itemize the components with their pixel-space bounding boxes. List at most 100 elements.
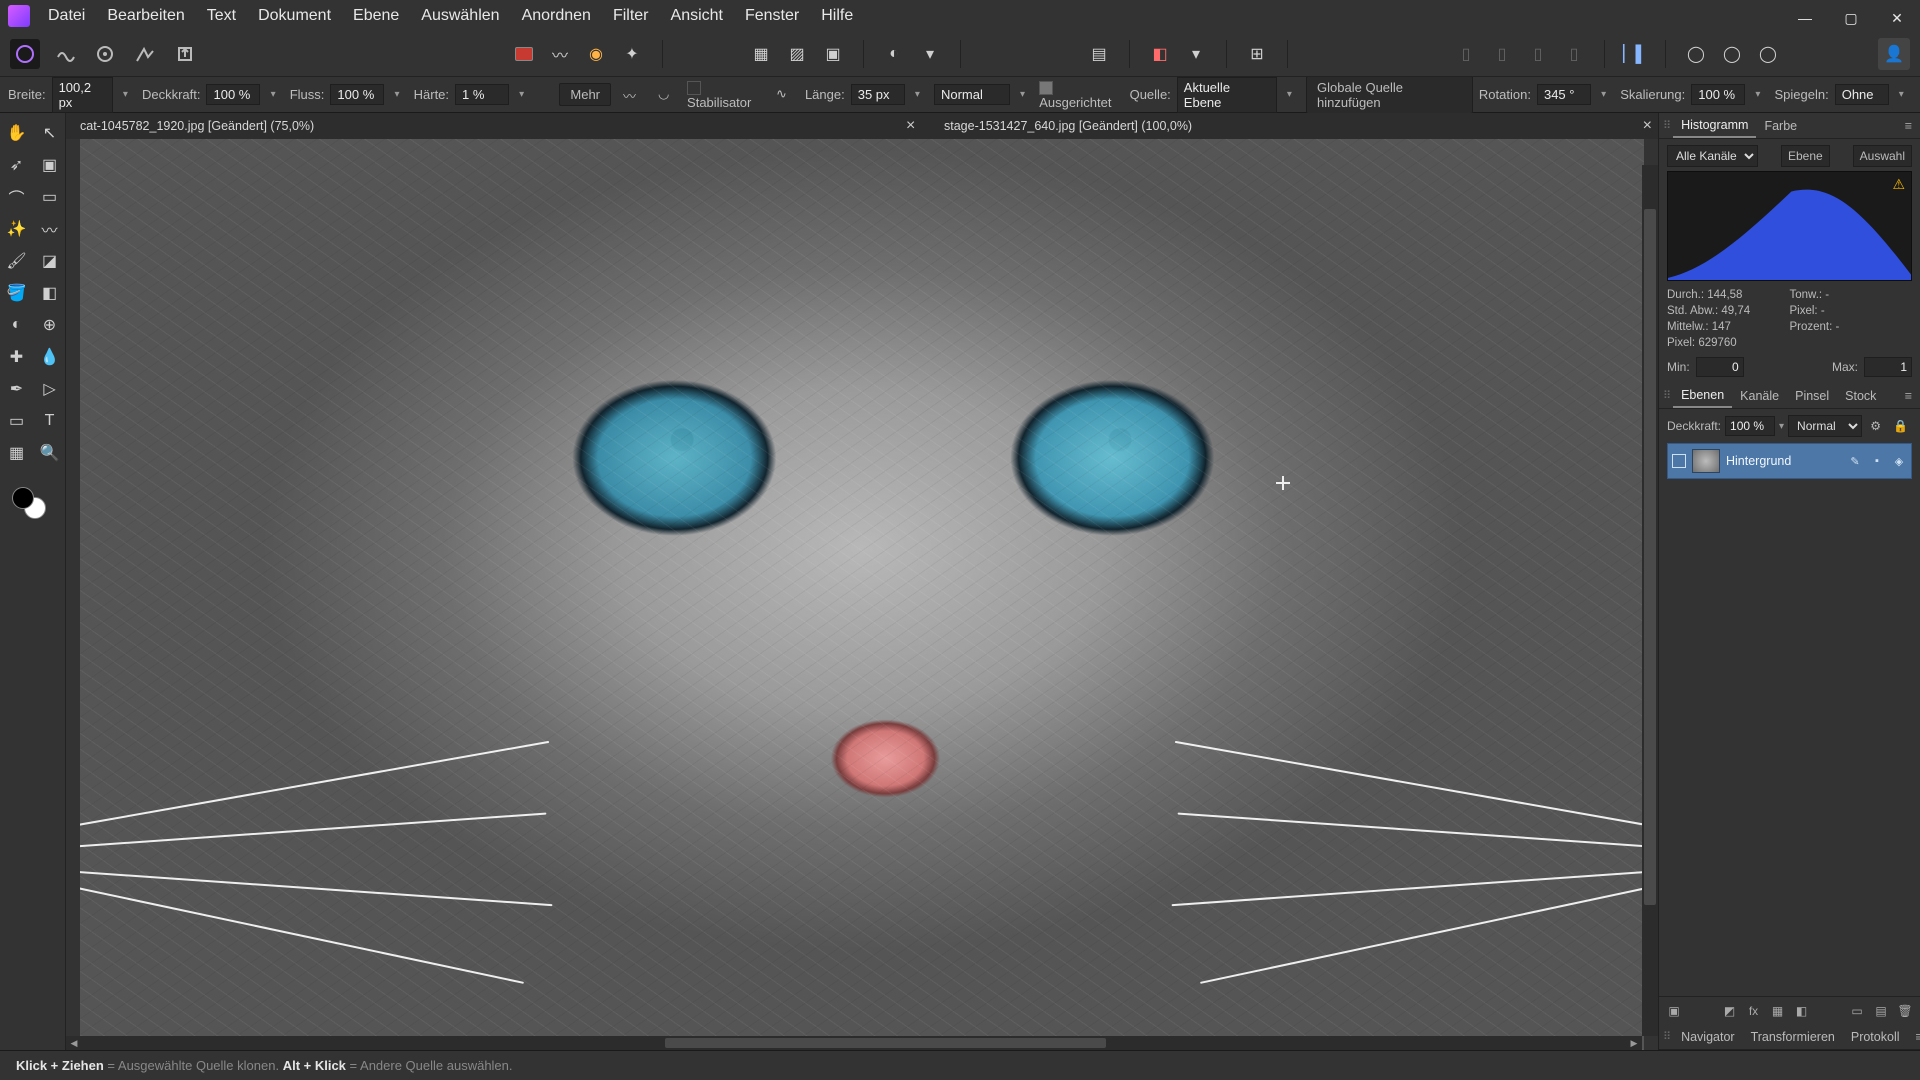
hand-tool[interactable]: ✋ — [0, 117, 33, 149]
chain-icon[interactable]: ⊞ — [1243, 40, 1271, 68]
arrange-icon-1[interactable]: ▯ — [1452, 40, 1480, 68]
rotation-drop[interactable]: ▾ — [1597, 88, 1610, 102]
menu-hilfe[interactable]: Hilfe — [811, 3, 863, 29]
arrange-icon-4[interactable]: ▯ — [1560, 40, 1588, 68]
opacity-drop[interactable]: ▾ — [266, 88, 279, 102]
menu-datei[interactable]: Datei — [38, 3, 95, 29]
more-button[interactable]: Mehr — [559, 83, 611, 106]
footer-group-icon[interactable]: ▭ — [1848, 1004, 1866, 1018]
tab-kanaele[interactable]: Kanäle — [1732, 385, 1787, 407]
persona-export[interactable] — [170, 39, 200, 69]
histo-min-input[interactable] — [1696, 357, 1744, 377]
source-drop[interactable]: ▾ — [1283, 88, 1296, 102]
hscroll-right-arrow[interactable]: ▶ — [1628, 1038, 1640, 1048]
menu-ansicht[interactable]: Ansicht — [661, 3, 733, 29]
menu-bearbeiten[interactable]: Bearbeiten — [97, 3, 194, 29]
align-left-icon[interactable]: ▏▌ — [1621, 40, 1649, 68]
layer-lock-icon[interactable]: 🔒 — [1889, 419, 1912, 433]
histo-max-input[interactable] — [1864, 357, 1912, 377]
maximize-button[interactable]: ▢ — [1828, 0, 1874, 36]
persona-photo[interactable] — [10, 39, 40, 69]
vertical-scrollbar[interactable] — [1642, 165, 1658, 1036]
tab-farbe[interactable]: Farbe — [1756, 115, 1805, 137]
selection-brush[interactable]: ⌒ — [0, 181, 33, 213]
mirror-value[interactable]: Ohne — [1835, 84, 1889, 105]
freehand-sel[interactable]: 〰 — [33, 213, 66, 245]
scale-drop[interactable]: ▾ — [1751, 88, 1764, 102]
horizontal-scrollbar[interactable]: ◀ ▶ — [66, 1036, 1642, 1050]
layer-opacity-value[interactable]: 100 % — [1725, 416, 1775, 436]
pen-tool[interactable]: ✒ — [0, 373, 33, 405]
healing-tool[interactable]: ✚ — [0, 341, 33, 373]
footer-crop-icon[interactable]: ▦ — [1769, 1004, 1787, 1018]
tab-navigator[interactable]: Navigator — [1673, 1026, 1743, 1048]
menu-dokument[interactable]: Dokument — [248, 3, 341, 29]
tab-pinsel[interactable]: Pinsel — [1787, 385, 1837, 407]
layer-hintergrund[interactable]: Hintergrund ✎ ▪ ◈ — [1667, 443, 1912, 479]
width-drop[interactable]: ▾ — [119, 88, 132, 102]
layer-edit-icon[interactable]: ✎ — [1847, 455, 1863, 468]
marquee-tool[interactable]: ▭ — [33, 181, 66, 213]
tab-transformieren[interactable]: Transformieren — [1743, 1026, 1843, 1048]
zoom-tool[interactable]: 🔍 — [33, 437, 66, 469]
footer-adjust-icon[interactable]: ◩ — [1721, 1004, 1739, 1018]
blur-tool[interactable]: 💧 — [33, 341, 66, 373]
wetedge-icon[interactable]: ◡ — [658, 86, 675, 104]
tab-stage[interactable]: stage-1531427_640.jpg [Geändert] (100,0%… — [936, 114, 1200, 138]
snap-icon-1[interactable]: ◯ — [1682, 40, 1710, 68]
hscroll-left-arrow[interactable]: ◀ — [68, 1038, 80, 1048]
persona-liquify[interactable] — [50, 39, 80, 69]
flood-select[interactable]: ✨ — [0, 213, 33, 245]
rotation-value[interactable]: 345 ° — [1537, 84, 1591, 105]
blendmode-select[interactable]: Normal — [934, 84, 1010, 105]
layer-fx-icon[interactable]: ▪ — [1869, 455, 1885, 467]
opacity-value[interactable]: 100 % — [206, 84, 260, 105]
footer-fx-icon[interactable]: fx — [1745, 1004, 1763, 1018]
menu-text[interactable]: Text — [197, 3, 246, 29]
dropdown-icon[interactable]: ▾ — [916, 40, 944, 68]
layer-vis-icon[interactable]: ◈ — [1891, 455, 1907, 468]
menu-fenster[interactable]: Fenster — [735, 3, 809, 29]
histogram-channel-select[interactable]: Alle Kanäle — [1667, 145, 1758, 167]
hardness-drop[interactable]: ▾ — [515, 88, 528, 102]
selection-int-icon[interactable]: ▣ — [819, 40, 847, 68]
snap-icon-3[interactable]: ◯ — [1754, 40, 1782, 68]
selection-add-icon[interactable]: ▦ — [747, 40, 775, 68]
canvas[interactable] — [80, 139, 1644, 1050]
menu-anordnen[interactable]: Anordnen — [512, 3, 601, 29]
link-icon[interactable]: ✦ — [618, 40, 646, 68]
histogram-auswahl-button[interactable]: Auswahl — [1853, 145, 1912, 167]
footer-add-icon[interactable]: ▤ — [1872, 1004, 1890, 1018]
panel-menu-icon[interactable]: ≡ — [1897, 385, 1920, 407]
arrange-icon-3[interactable]: ▯ — [1524, 40, 1552, 68]
color-swatches[interactable] — [0, 469, 66, 519]
stabilizer-checkbox[interactable] — [687, 81, 701, 95]
close-button[interactable]: ✕ — [1874, 0, 1920, 36]
menu-filter[interactable]: Filter — [603, 3, 659, 29]
crop-tool[interactable]: ▣ — [33, 149, 66, 181]
scale-value[interactable]: 100 % — [1691, 84, 1745, 105]
footer-mask-icon[interactable]: ▣ — [1665, 1004, 1683, 1018]
grip-icon[interactable]: ⠿ — [1659, 1030, 1673, 1043]
menu-auswaehlen[interactable]: Auswählen — [411, 3, 509, 29]
panel-menu-icon[interactable]: ≡ — [1897, 115, 1920, 137]
flow-value[interactable]: 100 % — [330, 84, 384, 105]
shape-tool[interactable]: ▭ — [0, 405, 33, 437]
histogram-ebene-button[interactable]: Ebene — [1781, 145, 1830, 167]
add-global-source-button[interactable]: Globale Quelle hinzufügen — [1306, 76, 1473, 114]
fill-tool[interactable]: 🪣 — [0, 277, 33, 309]
tab-histogramm[interactable]: Histogramm — [1673, 114, 1756, 138]
dropdown-icon-2[interactable]: ▾ — [1182, 40, 1210, 68]
foreground-swatch[interactable] — [12, 487, 34, 509]
aligned-checkbox[interactable] — [1039, 81, 1053, 95]
tab-ebenen[interactable]: Ebenen — [1673, 384, 1732, 408]
grip-icon[interactable]: ⠿ — [1659, 389, 1673, 402]
persona-tone[interactable] — [130, 39, 160, 69]
paint-brush[interactable]: 🖌 — [0, 245, 33, 277]
mesh-tool[interactable]: ▦ — [0, 437, 33, 469]
color-wheel-icon[interactable]: ◉ — [582, 40, 610, 68]
account-icon[interactable]: 👤 — [1878, 38, 1910, 70]
hardness-value[interactable]: 1 % — [455, 84, 509, 105]
footer-delete-icon[interactable]: 🗑 — [1896, 1004, 1914, 1018]
gradient-tool[interactable]: ◧ — [33, 277, 66, 309]
